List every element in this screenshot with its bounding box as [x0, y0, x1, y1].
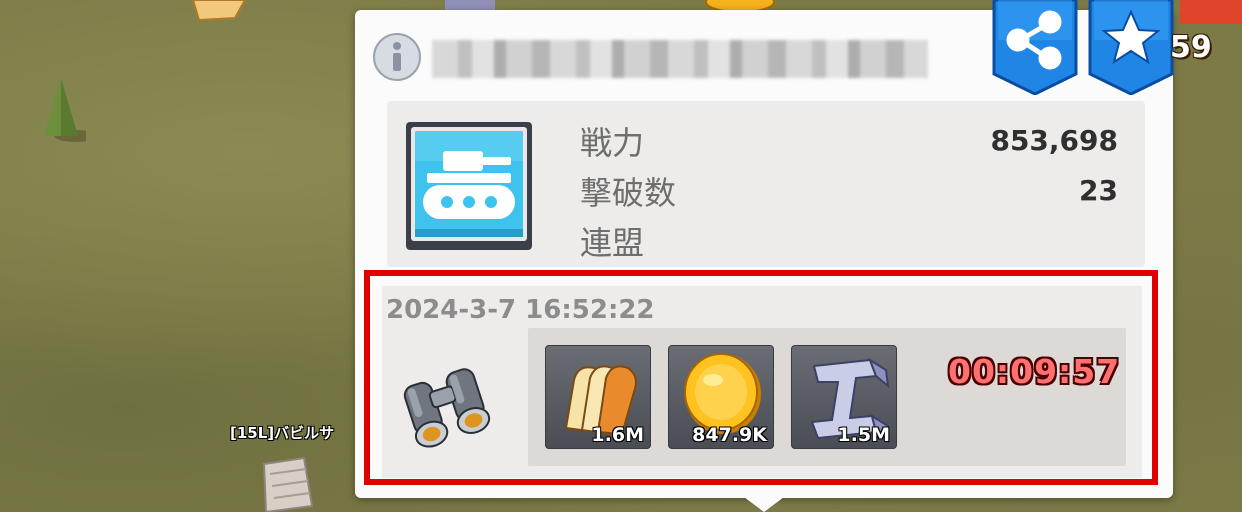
- countdown-timer: 00:09:57: [948, 352, 1121, 391]
- resource-food-amount: 1.6M: [591, 424, 644, 446]
- favorite-button[interactable]: [1086, 0, 1176, 95]
- stat-value-power: 853,698: [990, 124, 1118, 157]
- stat-label-kills: 撃破数: [580, 174, 677, 212]
- stat-label-power: 戦力: [580, 124, 645, 162]
- binoculars-icon[interactable]: [396, 362, 498, 452]
- stat-value-kills: 23: [1079, 174, 1118, 207]
- map-building-icon[interactable]: [256, 456, 314, 512]
- stat-label-alliance: 連盟: [580, 224, 645, 262]
- map-object-icon: [1180, 0, 1242, 24]
- resource-food[interactable]: 1.6M: [545, 345, 651, 449]
- resource-iron[interactable]: 1.5M: [791, 345, 897, 449]
- share-button[interactable]: [990, 0, 1080, 95]
- map-resource-bread-icon: [191, 0, 247, 22]
- tree-icon: [44, 78, 86, 142]
- resource-gold[interactable]: 847.9K: [668, 345, 774, 449]
- info-icon[interactable]: [372, 32, 422, 82]
- resource-iron-amount: 1.5M: [837, 424, 890, 446]
- corner-count: 59: [1170, 30, 1212, 65]
- resource-gold-amount: 847.9K: [692, 424, 767, 446]
- map-player-label[interactable]: [15L]バビルサ: [230, 422, 334, 443]
- tank-icon: [406, 122, 532, 250]
- player-name-redacted: [432, 40, 928, 78]
- report-timestamp: 2024-3-7 16:52:22: [386, 295, 655, 325]
- popup-pointer: [744, 497, 784, 512]
